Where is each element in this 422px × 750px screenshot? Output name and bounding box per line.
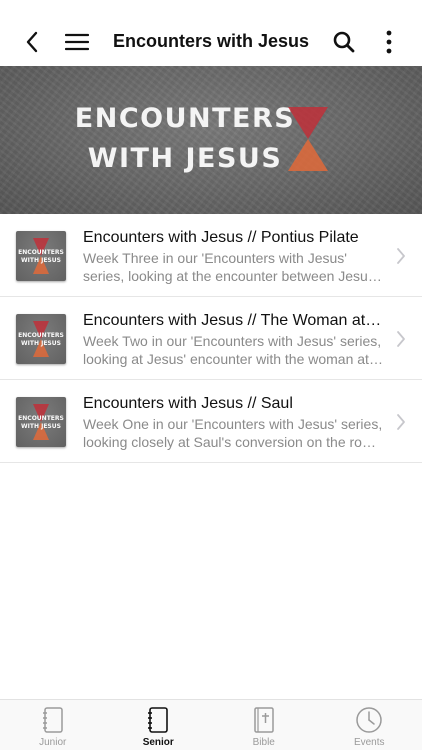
app-header: Encounters with Jesus — [0, 0, 422, 66]
sermon-list: ENCOUNTERS WITH JESUS Encounters with Je… — [0, 214, 422, 463]
banner-texture — [0, 66, 422, 214]
bible-icon — [250, 706, 278, 734]
series-banner: ENCOUNTERS WITH JESUS — [0, 66, 422, 214]
hourglass-graphic — [33, 321, 49, 357]
tab-junior[interactable]: Junior — [0, 700, 106, 750]
sermon-description: Week Two in our 'Encounters with Jesus' … — [83, 333, 382, 367]
thumbnail-text-line1: ENCOUNTERS — [18, 249, 64, 256]
sermon-thumbnail: ENCOUNTERS WITH JESUS — [16, 231, 66, 281]
clock-icon — [355, 706, 383, 734]
tab-label: Senior — [142, 737, 174, 748]
list-item[interactable]: ENCOUNTERS WITH JESUS Encounters with Je… — [0, 297, 422, 380]
thumbnail-text-line2: WITH JESUS — [21, 340, 61, 347]
search-button[interactable] — [324, 22, 364, 62]
thumbnail-text-line2: WITH JESUS — [21, 257, 61, 264]
tab-events[interactable]: Events — [317, 700, 422, 750]
sermon-description: Week One in our 'Encounters with Jesus' … — [83, 416, 383, 450]
chevron-right-icon — [397, 248, 405, 264]
tab-label: Events — [353, 737, 385, 748]
thumbnail-text-line1: ENCOUNTERS — [18, 332, 64, 339]
list-item[interactable]: ENCOUNTERS WITH JESUS Encounters with Je… — [0, 214, 422, 297]
tab-label: Bible — [252, 737, 275, 748]
tab-label: Junior — [39, 737, 67, 748]
sermon-title: Encounters with Jesus // Saul — [83, 395, 293, 412]
sermon-title: Encounters with Jesus // Pontius Pilate — [83, 229, 359, 246]
tab-bible[interactable]: Bible — [211, 700, 317, 750]
sermon-thumbnail: ENCOUNTERS WITH JESUS — [16, 314, 66, 364]
tab-senior[interactable]: Senior — [106, 700, 212, 750]
chevron-right-icon — [397, 331, 405, 347]
hourglass-graphic — [288, 107, 328, 171]
thumbnail-text-line1: ENCOUNTERS — [18, 415, 64, 422]
more-button[interactable] — [369, 22, 409, 62]
search-icon — [333, 31, 355, 53]
chevron-right-icon — [397, 414, 405, 430]
banner-title-line1: ENCOUNTERS — [74, 103, 296, 134]
more-vertical-icon — [386, 30, 392, 54]
sermon-description: Week Three in our 'Encounters with Jesus… — [83, 250, 375, 284]
notebook-icon — [144, 706, 172, 734]
hourglass-graphic — [33, 238, 49, 274]
banner-title-line2: WITH JESUS — [87, 143, 283, 174]
list-item[interactable]: ENCOUNTERS WITH JESUS Encounters with Je… — [0, 380, 422, 463]
sermon-thumbnail: ENCOUNTERS WITH JESUS — [16, 397, 66, 447]
hourglass-graphic — [33, 404, 49, 440]
bottom-tab-bar: Junior Senior Bible Events — [0, 699, 422, 750]
thumbnail-text-line2: WITH JESUS — [21, 423, 61, 430]
notebook-icon — [39, 706, 67, 734]
sermon-title: Encounters with Jesus // The Woman at th… — [83, 312, 383, 329]
